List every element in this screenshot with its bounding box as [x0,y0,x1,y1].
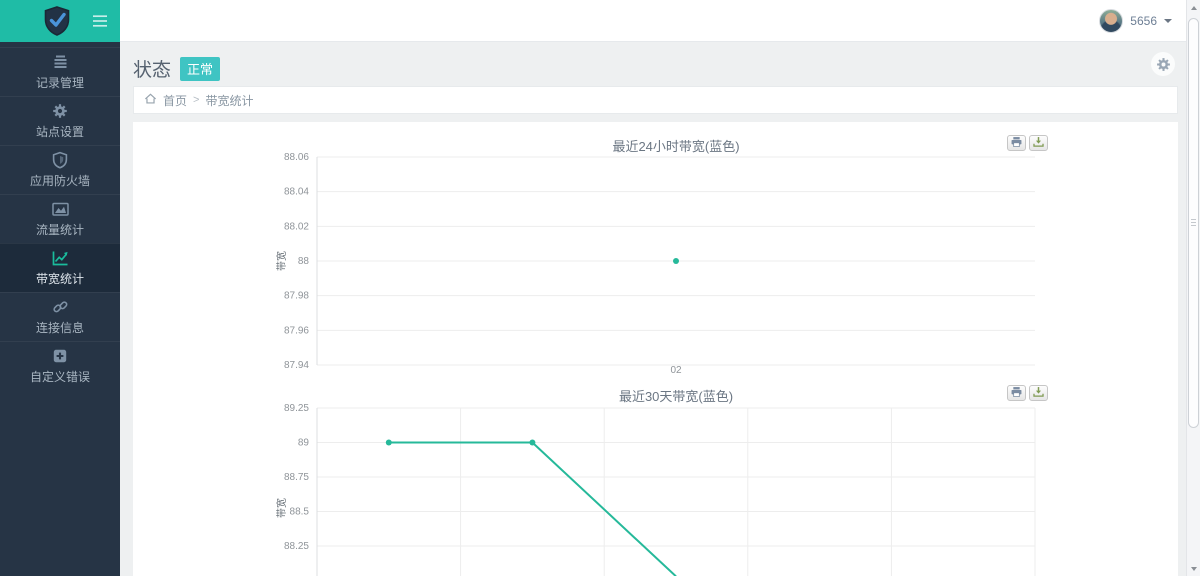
charts-panel: 最近24小时带宽(蓝色) 最近30天带宽(蓝色) 88.0688.0488.02… [133,122,1178,576]
app-root: 记录管理站点设置应用防火墙流量统计带宽统计连接信息自定义错误 5656 状态正常 [0,0,1200,576]
list-icon [0,53,120,73]
sidebar-item-label: 流量统计 [0,221,120,238]
triangle-up-icon [1191,6,1197,10]
breadcrumb-separator: > [193,94,199,106]
svg-text:87.96: 87.96 [284,325,309,336]
svg-text:88.04: 88.04 [284,187,309,198]
line-chart-icon [0,249,120,269]
gear-icon [0,102,120,122]
shield-icon [0,151,120,171]
sidebar-item-traffic-stats[interactable]: 流量统计 [0,194,120,243]
svg-text:87.98: 87.98 [284,291,309,302]
sidebar-item-site-settings[interactable]: 站点设置 [0,96,120,145]
page-title: 状态正常 [133,55,220,82]
svg-text:88.25: 88.25 [284,541,309,552]
sidebar-item-label: 应用防火墙 [0,172,120,189]
sidebar-item-label: 记录管理 [0,74,120,91]
chevron-down-icon [1164,19,1172,23]
triangle-down-icon [1191,567,1197,571]
scrollbar-down-button[interactable] [1187,561,1200,576]
sidebar-item-label: 带宽统计 [0,270,120,287]
username: 5656 [1130,14,1157,28]
sidebar-item-connection-info[interactable]: 连接信息 [0,292,120,341]
svg-text:带宽: 带宽 [275,251,288,271]
breadcrumb-current: 带宽统计 [205,92,253,109]
sidebar-item-app-firewall[interactable]: 应用防火墙 [0,145,120,194]
user-menu[interactable]: 5656 [1099,0,1172,42]
sidebar-item-records[interactable]: 记录管理 [0,47,120,96]
sidebar-item-bandwidth-stats[interactable]: 带宽统计 [0,243,120,292]
sidebar-item-label: 站点设置 [0,123,120,140]
topbar: 5656 [120,0,1200,42]
scrollbar-thumb[interactable] [1188,18,1199,428]
page-title-text: 状态 [133,60,171,81]
sidebar-menu: 记录管理站点设置应用防火墙流量统计带宽统计连接信息自定义错误 [0,47,120,390]
shield-logo-icon [41,5,73,37]
sidebar: 记录管理站点设置应用防火墙流量统计带宽统计连接信息自定义错误 [0,0,120,576]
settings-button[interactable] [1151,52,1175,76]
sidebar-item-label: 自定义错误 [0,368,120,385]
svg-text:87.94: 87.94 [284,360,309,371]
scrollbar[interactable] [1186,0,1200,576]
menu-toggle-button[interactable] [92,14,108,28]
svg-text:88.02: 88.02 [284,221,309,232]
home-icon [144,92,157,108]
svg-text:89.25: 89.25 [284,403,309,414]
sidebar-item-label: 连接信息 [0,319,120,336]
charts-canvas: 88.06 88.04 88.02 88 87.98 87.96 87.94 02 带宽 89.2… [133,122,1178,576]
link-icon [0,298,120,318]
area-chart-icon [0,200,120,220]
svg-text:02: 02 [670,365,682,376]
svg-text:88.75: 88.75 [284,472,309,483]
sidebar-header [0,0,120,42]
svg-text:88: 88 [298,256,310,267]
scrollbar-grip-icon [1191,219,1196,227]
status-badge: 正常 [180,57,220,81]
svg-text:带宽: 带宽 [275,498,288,518]
svg-text:89: 89 [298,438,310,449]
sidebar-item-custom-errors[interactable]: 自定义错误 [0,341,120,390]
avatar [1099,9,1123,33]
scrollbar-up-button[interactable] [1187,0,1200,15]
breadcrumb-home-link[interactable]: 首页 [163,92,187,109]
breadcrumb: 首页 > 带宽统计 [133,86,1178,114]
gear-icon [1155,56,1172,73]
plus-square-icon [0,347,120,367]
svg-text:88.5: 88.5 [290,507,310,518]
svg-text:88.06: 88.06 [284,152,309,163]
